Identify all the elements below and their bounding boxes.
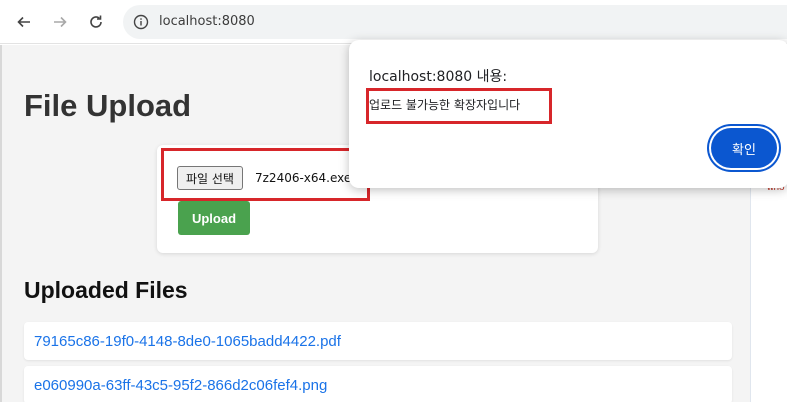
uploaded-files-heading: Uploaded Files [24, 277, 188, 303]
list-item: e060990a-63ff-43c5-95f2-866d2c06fef4.png [24, 366, 732, 402]
reload-icon[interactable] [83, 9, 109, 35]
ok-button[interactable]: 확인 [711, 128, 777, 168]
uploaded-file-link[interactable]: 79165c86-19f0-4148-8de0-1065badd4422.pdf [34, 333, 341, 350]
upload-button[interactable]: Upload [178, 201, 250, 235]
file-input-highlight [161, 148, 370, 201]
url-text: localhost:8080 [159, 14, 255, 29]
message-highlight [366, 88, 552, 124]
browser-toolbar: localhost:8080 [0, 0, 787, 44]
dialog-title: localhost:8080 내용: [369, 69, 508, 85]
site-info-icon[interactable] [133, 14, 149, 30]
page-title: File Upload [24, 88, 192, 123]
list-item: 79165c86-19f0-4148-8de0-1065badd4422.pdf [24, 322, 732, 360]
back-icon[interactable] [11, 9, 37, 35]
uploaded-file-link[interactable]: e060990a-63ff-43c5-95f2-866d2c06fef4.png [34, 377, 327, 394]
forward-icon[interactable] [47, 9, 73, 35]
address-bar[interactable]: localhost:8080 [123, 5, 787, 39]
